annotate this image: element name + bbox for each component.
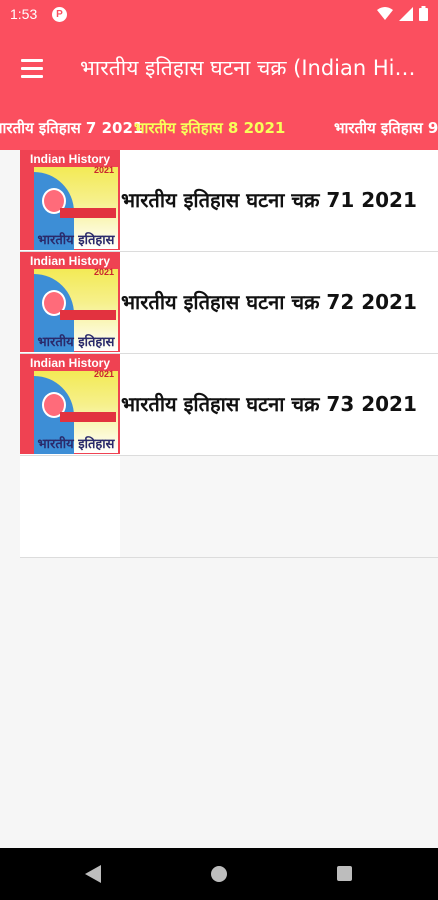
status-icons (377, 6, 428, 21)
list-item-placeholder (20, 456, 438, 558)
recents-icon[interactable] (337, 866, 352, 881)
thumb-year: 2021 (94, 267, 115, 277)
system-nav-bar (0, 848, 438, 900)
thumb-footer: भारतीय इतिहास (37, 233, 115, 248)
menu-icon-bar (21, 74, 43, 78)
signal-icon (399, 6, 413, 21)
battery-icon (419, 6, 428, 21)
empty-row-body (120, 456, 438, 557)
thumb-year: 2021 (94, 165, 115, 175)
menu-button[interactable] (14, 52, 50, 84)
status-time: 1:53 (10, 6, 38, 22)
list-item[interactable]: Indian History 2021 भारतीय इतिहास भारतीय… (20, 252, 438, 354)
list-item[interactable]: Indian History 2021 भारतीय इतिहास भारतीय… (20, 354, 438, 456)
chapter-list: Indian History 2021 भारतीय इतिहास भारतीय… (20, 150, 438, 558)
book-cover-thumbnail: Indian History 2021 भारतीय इतिहास (20, 354, 120, 454)
tab-history-7[interactable]: भारतीय इतिहास 7 2021 (0, 118, 143, 138)
empty-thumbnail (20, 456, 120, 557)
list-item[interactable]: Indian History 2021 भारतीय इतिहास भारतीय… (20, 150, 438, 252)
thumb-band (60, 310, 116, 320)
thumb-header: Indian History (29, 254, 110, 268)
item-title: भारतीय इतिहास घटना चक्र 71 2021 (121, 188, 417, 212)
tab-history-9[interactable]: भारतीय इतिहास 9 2021 (334, 118, 438, 138)
notification-app-icon: P (52, 7, 67, 22)
thumb-band (60, 412, 116, 422)
back-icon[interactable] (85, 865, 101, 883)
thumb-footer: भारतीय इतिहास (37, 335, 115, 350)
thumb-header: Indian History (29, 152, 110, 166)
item-title: भारतीय इतिहास घटना चक्र 72 2021 (121, 290, 417, 314)
thumb-header: Indian History (29, 356, 110, 370)
status-bar: 1:53 P (0, 0, 438, 30)
tab-strip: भारतीय इतिहास 7 2021 भारतीय इतिहास 8 202… (0, 106, 438, 150)
home-icon[interactable] (211, 866, 227, 882)
book-cover-thumbnail: Indian History 2021 भारतीय इतिहास (20, 150, 120, 250)
page-title: भारतीय इतिहास घटना चक्र (Indian History) (80, 56, 426, 80)
menu-icon (21, 58, 43, 62)
item-title: भारतीय इतिहास घटना चक्र 73 2021 (121, 392, 417, 416)
thumb-band (60, 208, 116, 218)
book-cover-thumbnail: Indian History 2021 भारतीय इतिहास (20, 252, 120, 352)
app-bar: भारतीय इतिहास घटना चक्र (Indian History) (0, 30, 438, 106)
wifi-icon (377, 6, 393, 20)
thumb-year: 2021 (94, 369, 115, 379)
menu-icon-bar (21, 66, 43, 70)
thumb-footer: भारतीय इतिहास (37, 437, 115, 452)
tab-history-8[interactable]: भारतीय इतिहास 8 2021 (134, 118, 285, 138)
